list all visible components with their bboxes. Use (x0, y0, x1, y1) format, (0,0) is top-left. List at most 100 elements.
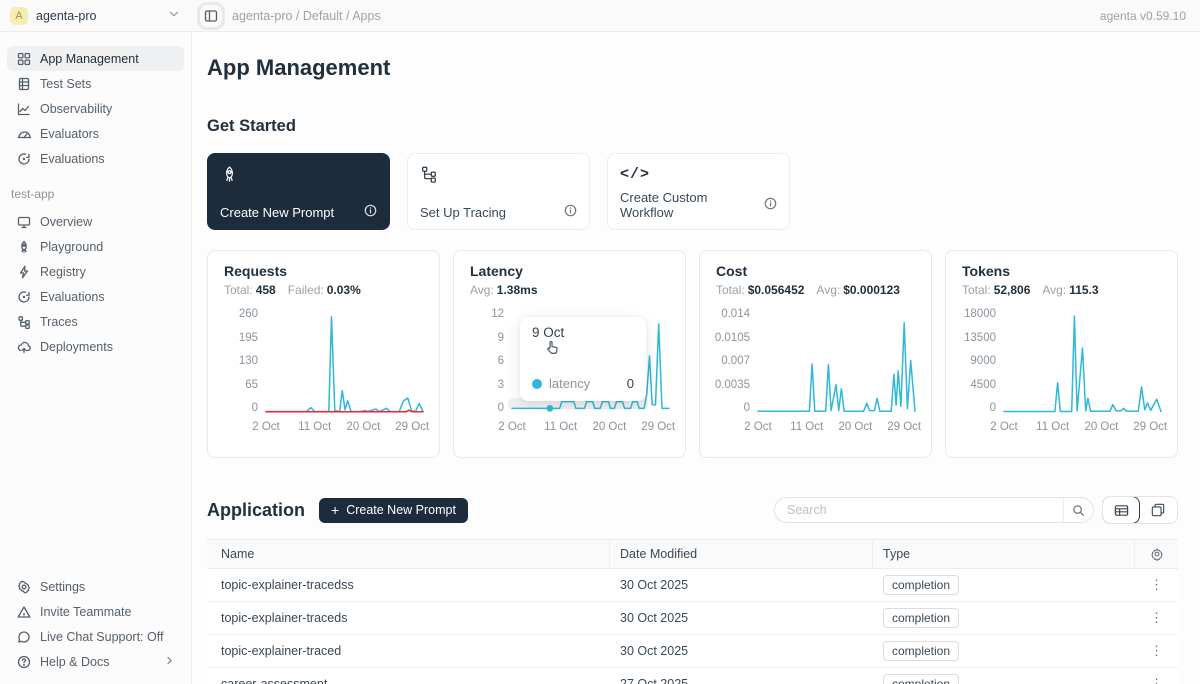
app-name[interactable]: topic-explainer-traceds (207, 611, 610, 625)
code-icon: </> (620, 164, 777, 184)
table-row[interactable]: topic-explainer-traced30 Oct 2025complet… (207, 635, 1178, 668)
invite-icon (16, 604, 31, 619)
sidebar: App ManagementTest SetsObservabilityEval… (0, 32, 192, 684)
row-actions-menu[interactable]: ⋮ (1135, 577, 1178, 593)
search-input[interactable] (775, 503, 1063, 517)
get-started-cards: Create New Prompt Set Up Tracing </> (207, 153, 1178, 230)
sidebar-item-deployments[interactable]: Deployments (7, 334, 184, 359)
sidebar-app-nav: Overview Playground Registry Evaluations Tra… (7, 209, 184, 359)
sidebar-item-label: Evaluations (40, 152, 105, 166)
workspace-avatar: A (10, 7, 28, 25)
chart-title: Cost (716, 263, 915, 279)
chart-title: Requests (224, 263, 423, 279)
kebab-menu-icon[interactable]: ⋮ (1150, 676, 1163, 684)
chart-stats: Total:458Failed:0.03% (224, 283, 423, 297)
app-version: agenta v0.59.10 (1100, 9, 1200, 23)
table-row[interactable]: topic-explainer-traceds30 Oct 2025comple… (207, 602, 1178, 635)
chevron-down-icon (168, 8, 180, 23)
kebab-menu-icon[interactable]: ⋮ (1150, 577, 1163, 593)
column-header-type[interactable]: Type (873, 540, 1135, 568)
card-label: Create New Prompt (220, 205, 334, 220)
type-badge: completion (883, 641, 959, 661)
chart-card-tokens[interactable]: TokensTotal:52,806Avg:115.31800013500900… (945, 250, 1178, 458)
sidebar-item-evaluations[interactable]: Evaluations (7, 284, 184, 309)
sidebar-item-label: Settings (40, 580, 85, 594)
sidebar-footer-nav: Settings Invite TeammateLive Chat Support… (7, 574, 184, 674)
chart-title: Tokens (962, 263, 1161, 279)
sidebar-item-registry[interactable]: Registry (7, 259, 184, 284)
create-new-prompt-card[interactable]: Create New Prompt (207, 153, 390, 230)
app-type: completion (873, 644, 1135, 658)
sidebar-item-live-chat-support-off[interactable]: Live Chat Support: Off (7, 624, 184, 649)
sidebar-item-test-sets[interactable]: Test Sets (7, 71, 184, 96)
sidebar-item-overview[interactable]: Overview (7, 209, 184, 234)
metric-charts-row: Requests Total:458Failed:0.03% 26019513065… (207, 250, 1178, 458)
sidebar-item-label: App Management (40, 52, 139, 66)
sidebar-item-evaluations[interactable]: Evaluations (7, 146, 184, 171)
chart-plot-area[interactable]: 9 Octlatency0 (512, 310, 669, 414)
search-icon[interactable] (1063, 498, 1093, 522)
table-row[interactable]: topic-explainer-tracedss30 Oct 2025compl… (207, 569, 1178, 602)
kebab-menu-icon[interactable]: ⋮ (1150, 643, 1163, 659)
get-started-title: Get Started (207, 117, 1178, 136)
row-actions-menu[interactable]: ⋮ (1135, 610, 1178, 626)
sidebar-item-traces[interactable]: Traces (7, 309, 184, 334)
page-title: App Management (207, 55, 1178, 81)
evals-icon (16, 151, 31, 166)
set-up-tracing-card[interactable]: Set Up Tracing (407, 153, 590, 230)
chart-plot-area[interactable] (1004, 310, 1161, 414)
sidebar-item-playground[interactable]: Playground (7, 234, 184, 259)
applications-table: Name Date Modified Type topic-explainer-… (207, 539, 1178, 684)
x-axis-labels: 2 Oct11 Oct20 Oct29 Oct (266, 421, 423, 435)
info-icon[interactable] (564, 204, 577, 220)
sidebar-item-label: Evaluations (40, 290, 105, 304)
row-actions-menu[interactable]: ⋮ (1135, 676, 1178, 684)
rocket-icon (16, 239, 31, 254)
sidebar-item-settings[interactable]: Settings (7, 574, 184, 599)
y-axis-labels: 0.0140.01050.0070.00350 (716, 310, 758, 414)
table-row[interactable]: career-assessment27 Oct 2025completion⋮ (207, 668, 1178, 684)
breadcrumb[interactable]: agenta-pro / Default / Apps (232, 9, 381, 23)
sidebar-item-label: Overview (40, 215, 92, 229)
sidebar-item-invite-teammate[interactable]: Invite Teammate (7, 599, 184, 624)
column-header-name[interactable]: Name (207, 540, 610, 568)
sidebar-item-label: Registry (40, 265, 86, 279)
info-icon[interactable] (364, 204, 377, 220)
app-name[interactable]: topic-explainer-tracedss (207, 578, 610, 592)
chart-card-latency[interactable]: LatencyAvg:1.38ms1296309 Octlatency02 Oc… (453, 250, 686, 458)
sidebar-main-nav: App ManagementTest SetsObservabilityEval… (7, 46, 184, 171)
lightning-icon (16, 264, 31, 279)
sidebar-item-evaluators[interactable]: Evaluators (7, 121, 184, 146)
workspace-selector[interactable]: A agenta-pro (0, 7, 192, 25)
create-custom-workflow-card[interactable]: </> Create Custom Workflow (607, 153, 790, 230)
application-title: Application (207, 500, 305, 521)
app-name[interactable]: career-assessment (207, 677, 610, 684)
column-header-date-modified[interactable]: Date Modified (610, 540, 873, 568)
x-axis-labels: 2 Oct11 Oct20 Oct29 Oct (758, 421, 915, 435)
sidebar-item-observability[interactable]: Observability (7, 96, 184, 121)
y-axis-labels: 260195130650 (224, 310, 266, 414)
x-axis-labels: 2 Oct11 Oct20 Oct29 Oct (512, 421, 669, 435)
app-name[interactable]: topic-explainer-traced (207, 644, 610, 658)
sidebar-toggle-button[interactable] (200, 5, 222, 27)
gauge-icon (16, 126, 31, 141)
sidebar-item-app-management[interactable]: App Management (7, 46, 184, 71)
sidebar-item-help-docs[interactable]: Help & Docs (7, 649, 184, 674)
evals-icon (16, 289, 31, 304)
chart-stats: Total:52,806Avg:115.3 (962, 283, 1161, 297)
type-badge: completion (883, 575, 959, 595)
chat-icon (16, 629, 31, 644)
table-settings-gear[interactable] (1135, 540, 1178, 568)
help-icon (16, 654, 31, 669)
chart-card-requests[interactable]: Requests Total:458Failed:0.03% 26019513065… (207, 250, 440, 458)
row-actions-menu[interactable]: ⋮ (1135, 643, 1178, 659)
observability-icon (16, 101, 31, 116)
chart-plot-area[interactable] (758, 310, 915, 414)
card-view-button[interactable] (1139, 497, 1177, 523)
info-icon[interactable] (764, 197, 777, 213)
create-new-prompt-button[interactable]: + Create New Prompt (319, 498, 468, 523)
table-view-button[interactable] (1102, 496, 1140, 524)
chart-card-cost[interactable]: CostTotal:$0.056452Avg:$0.0001230.0140.0… (699, 250, 932, 458)
chart-plot-area[interactable] (266, 310, 423, 414)
kebab-menu-icon[interactable]: ⋮ (1150, 610, 1163, 626)
